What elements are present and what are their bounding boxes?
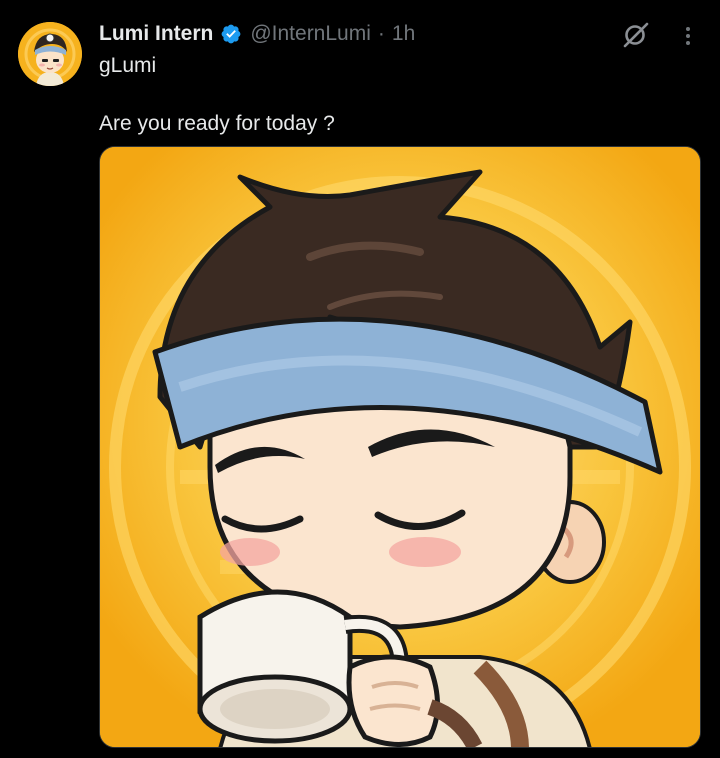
post-media-image[interactable] (99, 146, 701, 748)
post-subtitle-text: gLumi (99, 54, 157, 77)
author-display-name[interactable]: Lumi Intern (99, 20, 213, 48)
separator-dot: · (377, 22, 385, 45)
chibi-boy-drinking-coffee-illustration (100, 147, 700, 747)
verified-badge-icon (221, 24, 241, 44)
author-handle[interactable]: @InternLumi (250, 20, 371, 48)
tweet-post: Lumi Intern @InternLumi · 1h gLumi Are y… (0, 0, 720, 758)
post-timestamp[interactable]: 1h (392, 20, 415, 48)
grok-icon[interactable] (620, 20, 650, 50)
more-vertical-icon[interactable] (676, 22, 700, 50)
post-body-text: Are you ready for today ? (99, 112, 335, 135)
chibi-avatar-icon (18, 22, 82, 86)
post-header: Lumi Intern @InternLumi · 1h (99, 20, 415, 48)
author-avatar[interactable] (18, 22, 82, 86)
